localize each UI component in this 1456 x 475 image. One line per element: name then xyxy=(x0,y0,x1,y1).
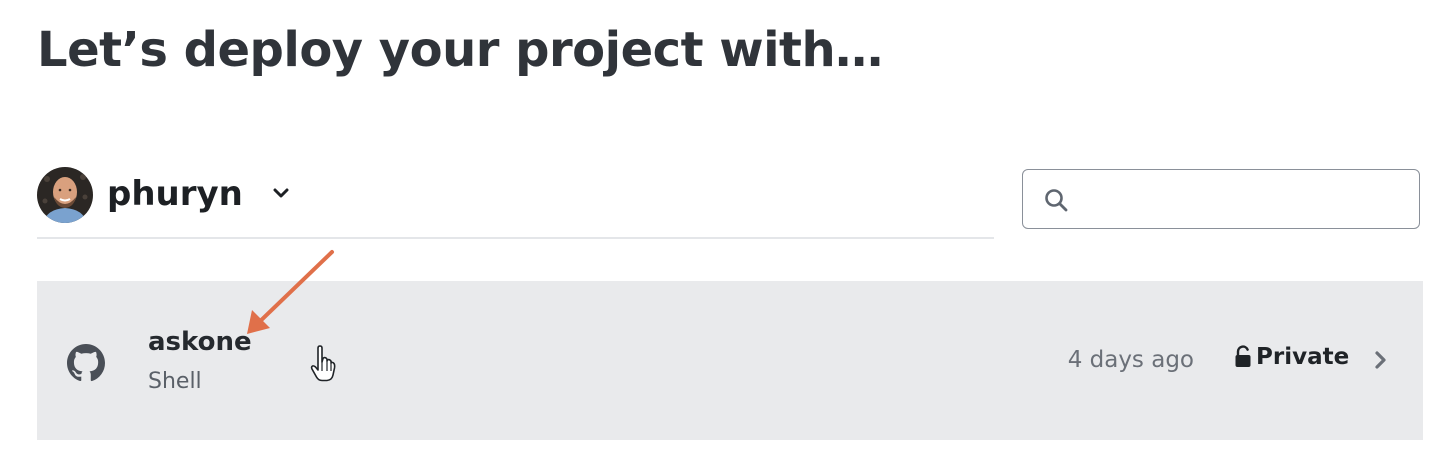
account-name: phuryn xyxy=(107,174,243,214)
avatar xyxy=(37,167,93,223)
lock-icon xyxy=(1234,345,1252,369)
repository-row-askone[interactable]: askone Shell 4 days ago Private xyxy=(37,281,1423,440)
deploy-page: Let’s deploy your project with… phuryn a… xyxy=(0,0,1456,475)
visibility-label: Private xyxy=(1256,344,1350,370)
repository-name[interactable]: askone xyxy=(148,327,252,357)
chevron-right-icon[interactable] xyxy=(1372,349,1390,371)
search-icon xyxy=(1043,187,1069,213)
repository-language: Shell xyxy=(148,369,202,394)
account-selector[interactable]: phuryn xyxy=(37,167,994,239)
search-input[interactable] xyxy=(1085,178,1409,220)
visibility-badge: Private xyxy=(1234,344,1349,370)
chevron-down-icon[interactable] xyxy=(271,183,291,203)
repository-updated-time: 4 days ago xyxy=(1067,347,1194,373)
search-box[interactable] xyxy=(1022,169,1420,229)
page-title: Let’s deploy your project with… xyxy=(37,22,883,78)
github-icon xyxy=(67,344,105,382)
